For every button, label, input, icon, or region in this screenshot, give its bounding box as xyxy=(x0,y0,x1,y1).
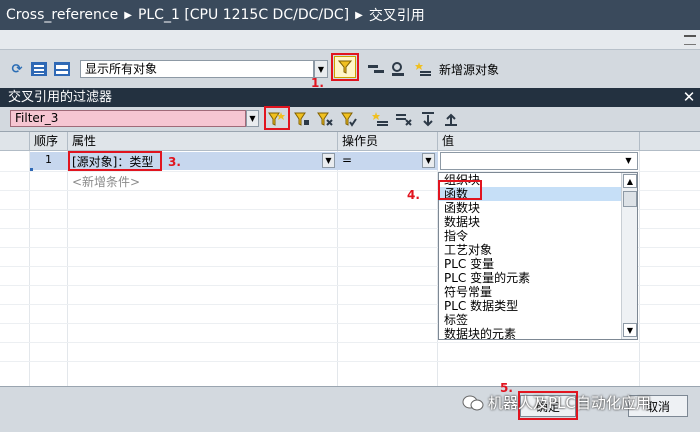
dropdown-item[interactable]: 工艺对象 xyxy=(439,243,637,257)
add-source-label[interactable]: 新增源对象 xyxy=(439,61,499,78)
move-up-icon[interactable] xyxy=(442,110,460,128)
search-object-icon[interactable] xyxy=(389,60,407,78)
dropdown-item[interactable]: 符号常量 xyxy=(439,285,637,299)
apply-filter-icon[interactable] xyxy=(340,110,358,128)
dropdown-item[interactable]: 数据块的元素 xyxy=(439,327,637,339)
cell-operator[interactable]: = xyxy=(342,153,352,167)
move-down-icon[interactable] xyxy=(419,110,437,128)
list-view-icon[interactable] xyxy=(30,60,48,78)
grid-line xyxy=(29,151,30,387)
row-marker xyxy=(30,168,33,171)
close-icon[interactable]: ✕ xyxy=(681,88,697,106)
value-select[interactable] xyxy=(440,152,638,170)
column-header-attribute[interactable]: 属性 xyxy=(68,132,338,151)
chevron-down-icon[interactable]: ▼ xyxy=(322,153,335,168)
column-header-value[interactable]: 值 xyxy=(438,132,640,151)
scroll-down-icon[interactable]: ▼ xyxy=(623,323,637,337)
scroll-thumb[interactable] xyxy=(623,191,637,207)
chat-logo-icon xyxy=(462,395,484,410)
dropdown-item[interactable]: 函数块 xyxy=(439,201,637,215)
scroll-up-icon[interactable]: ▲ xyxy=(623,174,637,188)
dropdown-item[interactable]: 标签 xyxy=(439,313,637,327)
breadcrumb-page: 交叉引用 xyxy=(368,8,425,24)
chevron-down-icon[interactable]: ▼ xyxy=(622,153,635,168)
view-select[interactable]: 显示所有对象 xyxy=(80,60,314,78)
grid-line xyxy=(337,151,338,387)
header-band xyxy=(0,30,700,50)
collapse-icon[interactable] xyxy=(684,35,696,45)
grid-line xyxy=(0,361,700,362)
filter-panel-header: 交叉引用的过滤器 ✕ xyxy=(0,88,700,107)
delete-row-icon[interactable] xyxy=(395,110,413,128)
watermark-text: 机器人及PLC自动化应用 xyxy=(488,394,651,412)
dropdown-item[interactable]: 数据块 xyxy=(439,215,637,229)
add-source-icon[interactable] xyxy=(414,60,432,78)
dropdown-item[interactable]: PLC 变量的元素 xyxy=(439,271,637,285)
dropdown-scrollbar[interactable]: ▲ ▼ xyxy=(621,173,637,339)
annotation-3: 3. xyxy=(168,155,181,169)
panel-title: 交叉引用的过滤器 xyxy=(8,90,113,105)
grid-line xyxy=(67,151,68,387)
chevron-right-icon: ▶ xyxy=(124,9,132,21)
new-condition-row[interactable]: <新增条件> xyxy=(72,173,140,190)
chevron-down-icon[interactable]: ▼ xyxy=(422,153,435,168)
row-header-corner xyxy=(0,132,30,151)
column-header-operator[interactable]: 操作员 xyxy=(338,132,438,151)
breadcrumb: Cross_reference ▶ PLC_1 [CPU 1215C DC/DC… xyxy=(0,0,700,30)
table-view-icon[interactable] xyxy=(53,60,71,78)
grid-line xyxy=(639,151,640,387)
breadcrumb-project[interactable]: Cross_reference xyxy=(6,7,118,23)
dropdown-item[interactable]: PLC 变量 xyxy=(439,257,637,271)
highlight-box-4 xyxy=(438,180,482,200)
add-row-icon[interactable] xyxy=(371,110,389,128)
breadcrumb-device[interactable]: PLC_1 [CPU 1215C DC/DC/DC] xyxy=(138,7,349,23)
delete-filter-icon[interactable] xyxy=(316,110,334,128)
chevron-right-icon: ▶ xyxy=(355,9,363,21)
edit-filter-icon[interactable] xyxy=(293,110,311,128)
cell-order: 1 xyxy=(45,153,52,166)
refresh-icon[interactable]: ⟳ xyxy=(8,60,26,78)
dropdown-item[interactable]: 指令 xyxy=(439,229,637,243)
highlight-box-2 xyxy=(264,106,290,130)
column-header-empty xyxy=(640,132,700,151)
highlight-box-3 xyxy=(68,151,162,171)
annotation-4: 4. xyxy=(407,188,420,202)
highlight-box-1 xyxy=(331,53,359,81)
chevron-down-icon[interactable]: ▼ xyxy=(246,110,259,127)
column-header-order[interactable]: 顺序 xyxy=(30,132,68,151)
collapse-all-icon[interactable] xyxy=(367,60,385,78)
filter-name-select[interactable]: Filter_3 xyxy=(10,110,246,127)
watermark: 机器人及PLC自动化应用 xyxy=(462,392,651,413)
grid-line xyxy=(0,342,700,343)
dropdown-item[interactable]: PLC 数据类型 xyxy=(439,299,637,313)
